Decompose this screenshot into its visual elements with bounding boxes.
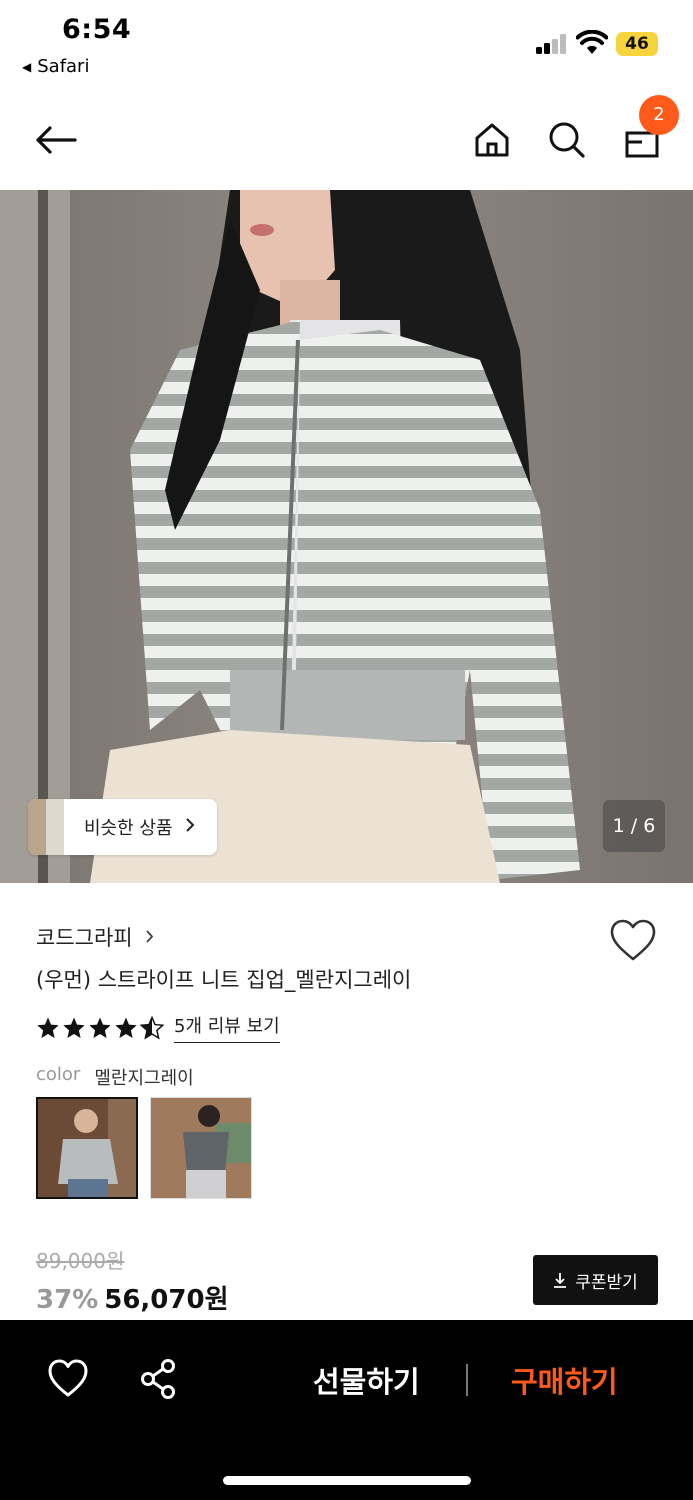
cart-count-badge: 2 bbox=[639, 95, 679, 135]
brand-name: 코드그라피 bbox=[36, 926, 133, 950]
back-to-safari[interactable]: ◀ Safari bbox=[22, 56, 89, 77]
coupon-label: 쿠폰받기 bbox=[575, 1272, 638, 1293]
star-full-icon bbox=[89, 1017, 111, 1038]
star-full-icon bbox=[115, 1017, 137, 1038]
search-icon bbox=[549, 122, 585, 158]
wifi-icon bbox=[575, 29, 609, 56]
color-value: 멜란지그레이 bbox=[94, 1068, 194, 1089]
product-title: (우먼) 스트라이프 니트 집업_멜란지그레이 bbox=[36, 968, 412, 992]
heart-outline-icon bbox=[48, 1359, 88, 1397]
reviews-link[interactable]: 5개 리뷰 보기 bbox=[174, 1012, 280, 1043]
star-half-icon bbox=[140, 1015, 164, 1040]
share-button[interactable] bbox=[137, 1357, 181, 1401]
price-row: 37% 56,070원 bbox=[36, 1279, 229, 1316]
rating-row: 5개 리뷰 보기 bbox=[36, 1012, 280, 1043]
status-time: 6:54 bbox=[62, 14, 132, 45]
gift-button[interactable]: 선물하기 bbox=[313, 1359, 420, 1401]
buy-button[interactable]: 구매하기 bbox=[511, 1359, 618, 1401]
similar-products-button[interactable]: 비슷한 상품 bbox=[28, 799, 217, 855]
color-swatch-1[interactable] bbox=[36, 1097, 138, 1199]
top-nav bbox=[0, 90, 693, 190]
cellular-signal-icon bbox=[536, 34, 568, 54]
home-button[interactable] bbox=[464, 112, 520, 168]
back-triangle-icon: ◀ bbox=[22, 59, 32, 74]
back-arrow-icon bbox=[36, 126, 77, 154]
original-price: 89,000원 bbox=[36, 1249, 125, 1273]
product-main-image[interactable] bbox=[0, 190, 693, 883]
home-indicator bbox=[223, 1476, 471, 1485]
back-app-label: Safari bbox=[37, 56, 90, 77]
get-coupon-button[interactable]: 쿠폰받기 bbox=[533, 1255, 658, 1305]
sale-price: 56,070원 bbox=[104, 1285, 229, 1315]
status-bar: 6:54 ◀ Safari 46 bbox=[0, 0, 693, 90]
similar-product-thumbnail bbox=[28, 799, 64, 855]
battery-indicator: 46 bbox=[616, 32, 658, 56]
search-button[interactable] bbox=[539, 112, 595, 168]
download-icon bbox=[554, 1273, 567, 1288]
bottom-wishlist-button[interactable] bbox=[46, 1357, 90, 1401]
star-full-icon bbox=[63, 1017, 85, 1038]
home-icon bbox=[475, 123, 509, 157]
color-label: color bbox=[36, 1064, 81, 1085]
star-full-icon bbox=[37, 1017, 59, 1038]
bottom-divider bbox=[466, 1364, 468, 1396]
chevron-right-icon bbox=[145, 925, 154, 949]
bottom-action-bar bbox=[0, 1320, 693, 1500]
image-page-counter: 1 / 6 bbox=[603, 800, 665, 852]
color-swatch-2[interactable] bbox=[150, 1097, 252, 1199]
color-option-row: color 멜란지그레이 bbox=[36, 1064, 194, 1090]
chevron-right-icon bbox=[185, 817, 195, 838]
heart-outline-icon bbox=[610, 919, 656, 961]
back-button[interactable] bbox=[28, 112, 84, 168]
similar-products-label: 비슷한 상품 bbox=[84, 818, 173, 839]
share-icon bbox=[141, 1359, 175, 1399]
wishlist-heart-button[interactable] bbox=[608, 916, 658, 966]
discount-rate: 37% bbox=[36, 1285, 99, 1315]
brand-link[interactable]: 코드그라피 bbox=[36, 922, 154, 952]
rating-stars bbox=[36, 1015, 164, 1040]
